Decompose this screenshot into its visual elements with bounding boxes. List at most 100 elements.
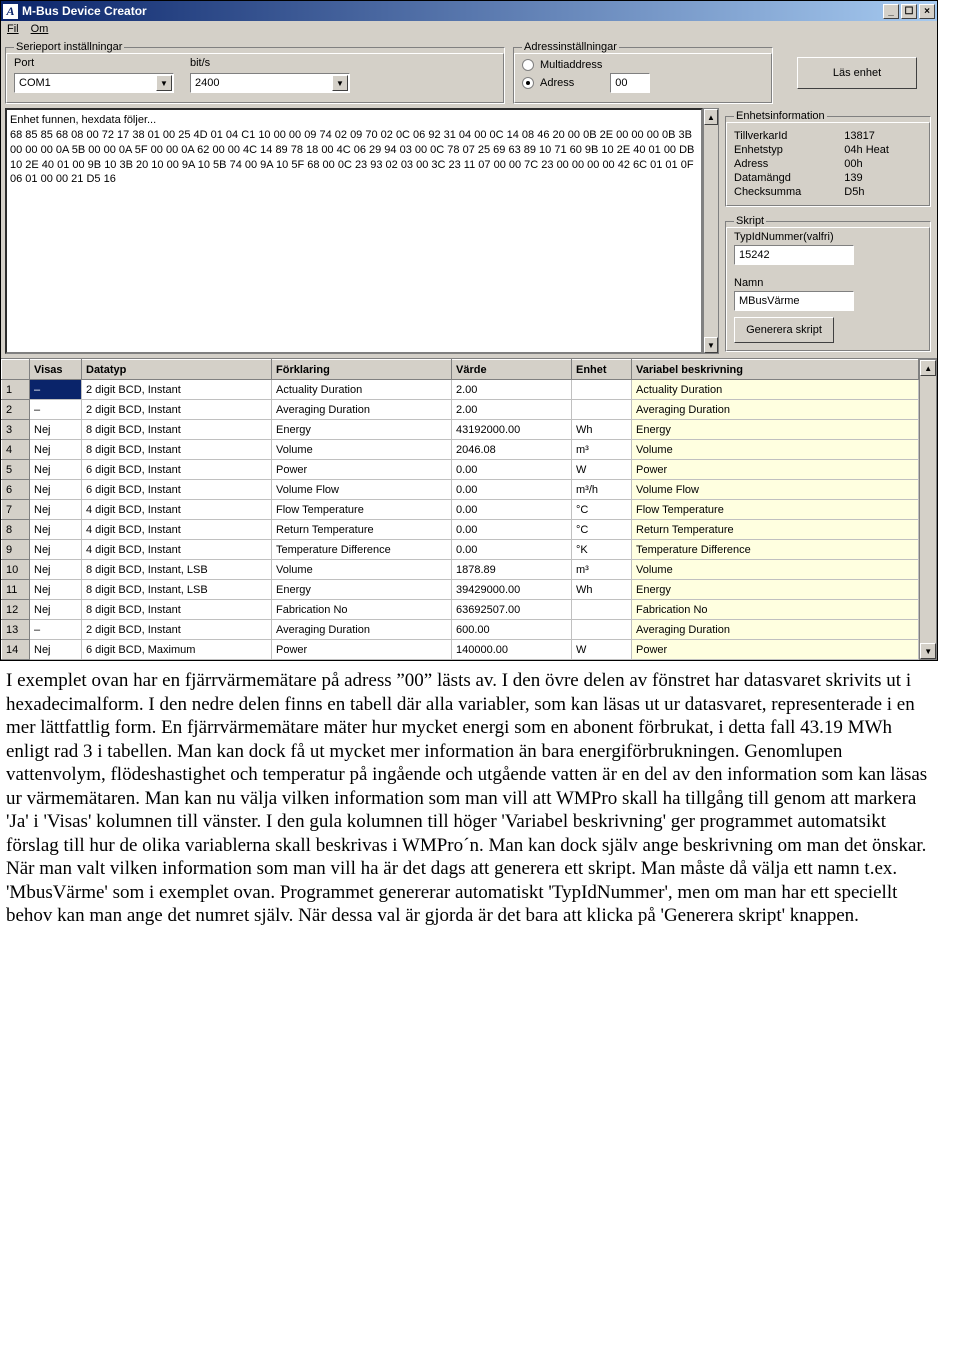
maximize-icon[interactable]: ☐ [901,4,917,19]
cell-visas[interactable]: Nej [30,600,82,620]
cell-visas[interactable]: Nej [30,500,82,520]
cell-unit [572,600,632,620]
address-field[interactable]: 00 [610,73,650,93]
radio-multiaddress[interactable]: Multiaddress [522,59,764,71]
table-header[interactable] [2,360,30,380]
hexdata-text[interactable]: Enhet funnen, hexdata följer... 68 85 85… [5,108,703,354]
cell-value: 39429000.00 [452,580,572,600]
close-icon[interactable]: × [919,4,935,19]
table-row[interactable]: 9Nej4 digit BCD, InstantTemperature Diff… [2,540,919,560]
typid-value: 15242 [739,249,770,261]
bits-combo[interactable]: 2400 ▼ [190,73,350,93]
row-number: 7 [2,500,30,520]
cell-unit: Wh [572,420,632,440]
table-header[interactable]: Visas [30,360,82,380]
table-row[interactable]: 13–2 digit BCD, InstantAveraging Duratio… [2,620,919,640]
table-row[interactable]: 10Nej8 digit BCD, Instant, LSBVolume1878… [2,560,919,580]
cell-visas[interactable]: – [30,400,82,420]
typid-field[interactable]: 15242 [734,245,854,265]
cell-visas[interactable]: – [30,620,82,640]
scroll-up-icon[interactable]: ▲ [920,360,936,376]
scroll-up-icon[interactable]: ▲ [704,109,718,125]
minimize-icon[interactable]: _ [883,4,899,19]
cell-unit: Wh [572,580,632,600]
name-field[interactable]: MBusVärme [734,291,854,311]
info-key: Checksumma [734,186,834,198]
table-row[interactable]: 11Nej8 digit BCD, Instant, LSBEnergy3942… [2,580,919,600]
menu-bar: Fil Om [1,21,937,37]
cell-visas[interactable]: Nej [30,480,82,500]
menu-about[interactable]: Om [31,23,49,35]
hex-scrollbar[interactable]: ▲ ▼ [703,108,719,354]
cell-visas[interactable]: Nej [30,540,82,560]
cell-explanation: Return Temperature [272,520,452,540]
cell-datatype: 2 digit BCD, Instant [82,620,272,640]
cell-vardesc[interactable]: Power [632,640,919,660]
cell-visas[interactable]: Nej [30,460,82,480]
row-number: 14 [2,640,30,660]
cell-vardesc[interactable]: Return Temperature [632,520,919,540]
table-header[interactable]: Enhet [572,360,632,380]
name-value: MBusVärme [739,295,800,307]
table-row[interactable]: 8Nej4 digit BCD, InstantReturn Temperatu… [2,520,919,540]
paragraph: I exemplet ovan har en fjärrvärmemätare … [6,669,932,857]
address-legend: Adressinställningar [522,41,619,53]
cell-datatype: 6 digit BCD, Maximum [82,640,272,660]
cell-visas[interactable]: Nej [30,520,82,540]
table-header[interactable]: Förklaring [272,360,452,380]
table-row[interactable]: 3Nej8 digit BCD, InstantEnergy43192000.0… [2,420,919,440]
cell-visas[interactable]: Nej [30,560,82,580]
window-title: M-Bus Device Creator [22,4,147,18]
cell-visas[interactable]: Nej [30,420,82,440]
multiaddress-label: Multiaddress [540,59,602,71]
chevron-down-icon[interactable]: ▼ [332,75,348,91]
table-row[interactable]: 14Nej6 digit BCD, MaximumPower140000.00W… [2,640,919,660]
cell-unit: °C [572,500,632,520]
cell-vardesc[interactable]: Averaging Duration [632,400,919,420]
cell-unit [572,620,632,640]
cell-vardesc[interactable]: Averaging Duration [632,620,919,640]
bits-label: bit/s [190,57,350,69]
cell-visas[interactable]: Nej [30,640,82,660]
table-header[interactable]: Variabel beskrivning [632,360,919,380]
cell-vardesc[interactable]: Temperature Difference [632,540,919,560]
scroll-down-icon[interactable]: ▼ [920,643,936,659]
chevron-down-icon[interactable]: ▼ [156,75,172,91]
table-row[interactable]: 2–2 digit BCD, InstantAveraging Duration… [2,400,919,420]
cell-visas[interactable]: Nej [30,440,82,460]
menu-file[interactable]: Fil [7,23,19,35]
cell-vardesc[interactable]: Energy [632,580,919,600]
port-combo[interactable]: COM1 ▼ [14,73,174,93]
row-number: 9 [2,540,30,560]
cell-explanation: Volume [272,560,452,580]
read-device-button[interactable]: Läs enhet [797,57,917,89]
table-row[interactable]: 1–2 digit BCD, InstantActuality Duration… [2,380,919,400]
cell-vardesc[interactable]: Energy [632,420,919,440]
cell-visas[interactable]: Nej [30,580,82,600]
scroll-down-icon[interactable]: ▼ [704,337,718,353]
cell-vardesc[interactable]: Volume [632,560,919,580]
cell-vardesc[interactable]: Actuality Duration [632,380,919,400]
table-scrollbar[interactable]: ▲ ▼ [919,359,937,660]
radio-icon [522,77,534,89]
table-row[interactable]: 12Nej8 digit BCD, InstantFabrication No6… [2,600,919,620]
cell-datatype: 2 digit BCD, Instant [82,400,272,420]
cell-datatype: 8 digit BCD, Instant, LSB [82,580,272,600]
table-row[interactable]: 4Nej8 digit BCD, InstantVolume2046.08m³V… [2,440,919,460]
table-header[interactable]: Värde [452,360,572,380]
table-header[interactable]: Datatyp [82,360,272,380]
cell-vardesc[interactable]: Fabrication No [632,600,919,620]
cell-vardesc[interactable]: Volume [632,440,919,460]
table-row[interactable]: 6Nej6 digit BCD, InstantVolume Flow0.00m… [2,480,919,500]
radio-address[interactable]: Adress 00 [522,73,764,93]
cell-vardesc[interactable]: Power [632,460,919,480]
generate-script-button[interactable]: Generera skript [734,317,834,343]
cell-value: 600.00 [452,620,572,640]
cell-unit: m³/h [572,480,632,500]
cell-vardesc[interactable]: Volume Flow [632,480,919,500]
table-row[interactable]: 7Nej4 digit BCD, InstantFlow Temperature… [2,500,919,520]
cell-visas[interactable]: – [30,380,82,400]
table-row[interactable]: 5Nej6 digit BCD, InstantPower0.00WPower [2,460,919,480]
cell-vardesc[interactable]: Flow Temperature [632,500,919,520]
cell-unit: W [572,460,632,480]
